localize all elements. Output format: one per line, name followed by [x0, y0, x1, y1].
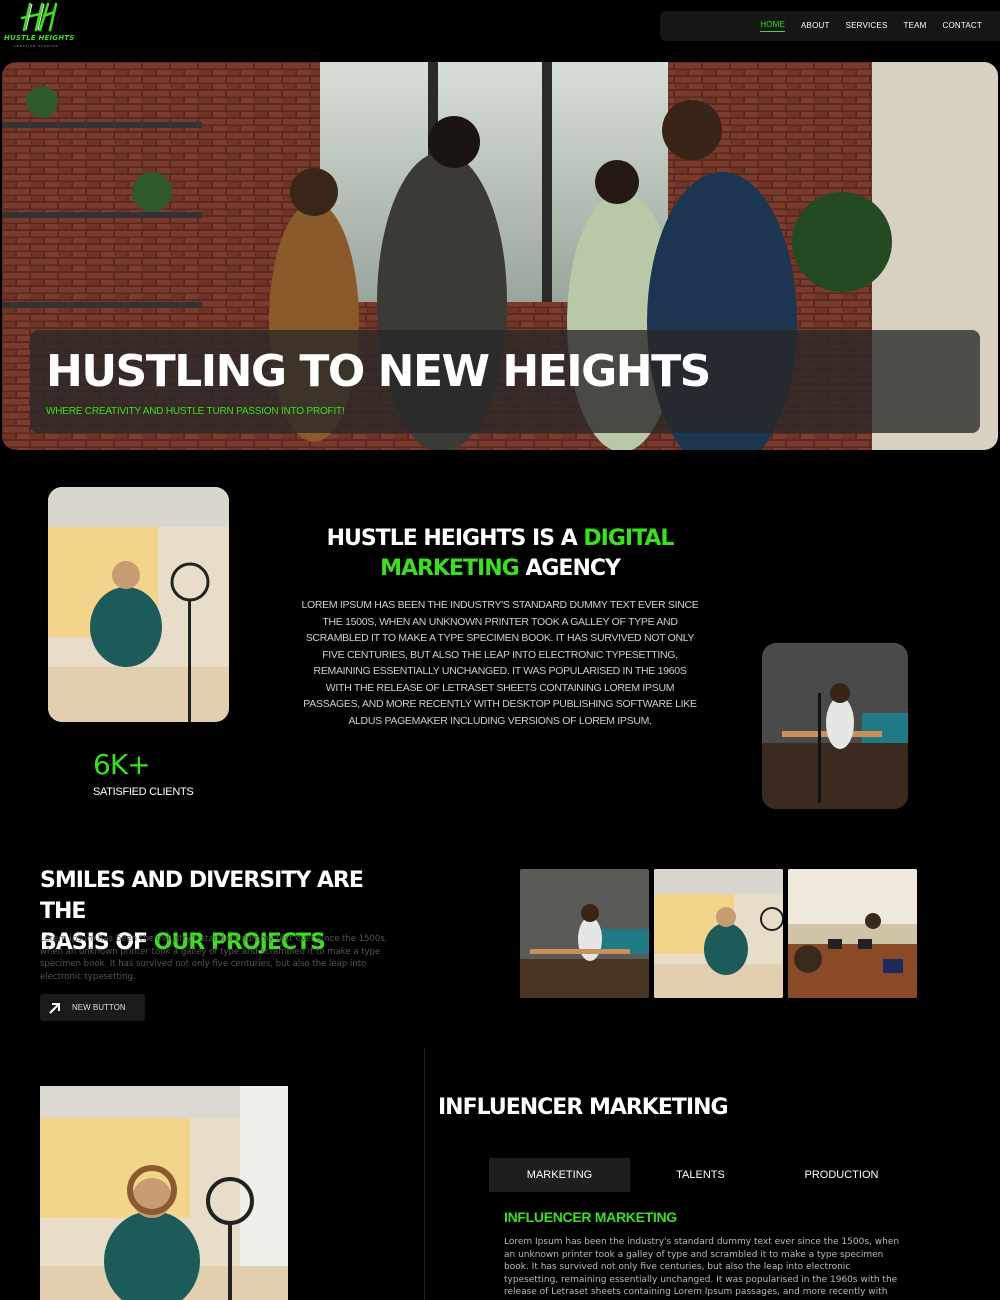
gallery-image-3	[788, 869, 917, 998]
gallery-image-2	[654, 869, 783, 998]
main-nav: HOME ABOUT SERVICES TEAM CONTACT	[660, 11, 1000, 41]
hero-title: HUSTLING TO NEW HEIGHTS	[46, 346, 711, 397]
logo-mark-icon	[20, 2, 58, 32]
influencer-image	[40, 1086, 288, 1300]
brand-name: HUSTLE HEIGHTS	[4, 34, 75, 42]
gallery-image-1	[520, 869, 649, 998]
influencer-subtitle: INFLUENCER MARKETING	[504, 1209, 677, 1225]
nav-home[interactable]: HOME	[760, 20, 785, 32]
hero-subtitle: WHERE CREATIVITY AND HUSTLE TURN PASSION…	[46, 406, 345, 417]
about-image-studio	[762, 643, 908, 809]
nav-contact[interactable]: CONTACT	[943, 21, 982, 32]
hero-banner: HUSTLING TO NEW HEIGHTS WHERE CREATIVITY…	[2, 62, 998, 450]
nav-about[interactable]: ABOUT	[801, 21, 830, 32]
arrow-up-right-icon	[49, 1002, 60, 1014]
projects-description: Lorem Ipsum has been the industry's stan…	[40, 934, 388, 982]
nav-services[interactable]: SERVICES	[846, 21, 888, 32]
tab-marketing[interactable]: MARKETING	[489, 1158, 630, 1192]
influencer-tabs: MARKETING TALENTS PRODUCTION	[489, 1158, 913, 1192]
about-description: LOREM IPSUM HAS BEEN THE INDUSTRY'S STAN…	[301, 599, 699, 727]
stat-clients-label: SATISFIED CLIENTS	[93, 786, 194, 798]
influencer-title: INFLUENCER MARKETING	[438, 1095, 729, 1120]
new-button[interactable]: NEW BUTTON	[40, 994, 145, 1021]
stat-clients-value: 6K+	[93, 748, 151, 781]
tab-production[interactable]: PRODUCTION	[771, 1158, 912, 1192]
projects-gallery	[520, 869, 917, 998]
influencer-description: Lorem Ipsum has been the industry's stan…	[504, 1237, 900, 1300]
brand-tagline: CREATIVE STUDIOS	[13, 44, 59, 48]
new-button-label: NEW BUTTON	[72, 1003, 126, 1012]
about-image-influencer	[48, 487, 229, 722]
nav-team[interactable]: TEAM	[903, 21, 926, 32]
tab-talents[interactable]: TALENTS	[630, 1158, 771, 1192]
about-title: HUSTLE HEIGHTS IS A DIGITAL MARKETING AGE…	[326, 526, 675, 581]
section-divider	[424, 1048, 425, 1300]
brand-logo[interactable]: HUSTLE HEIGHTS CREATIVE STUDIOS	[4, 0, 75, 52]
